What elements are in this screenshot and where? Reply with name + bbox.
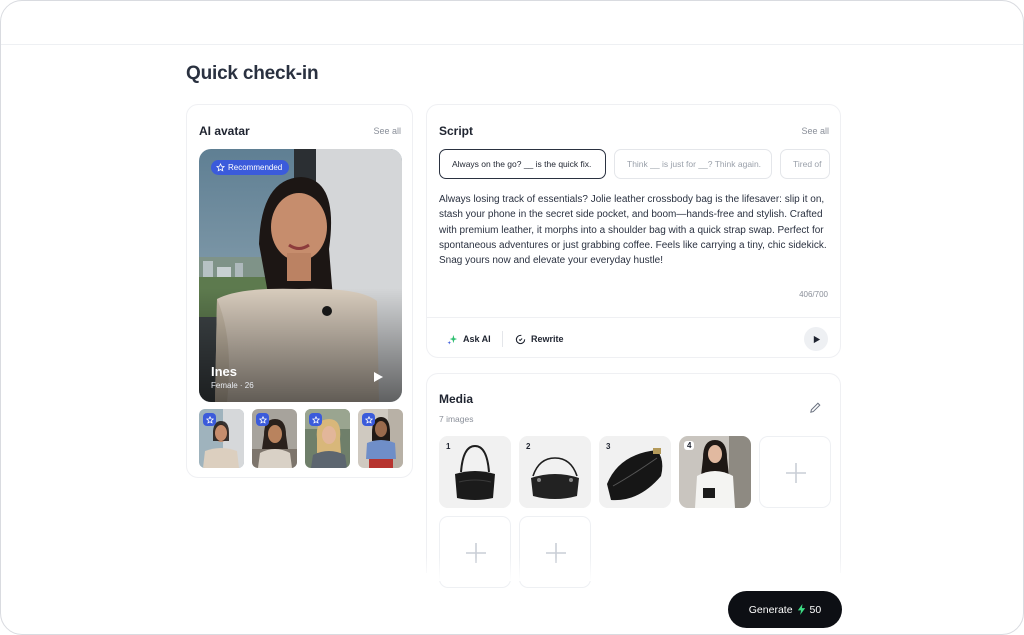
top-bar xyxy=(1,1,1023,45)
star-icon xyxy=(205,415,214,424)
star-icon xyxy=(311,415,320,424)
avatar-meta: Female · 26 xyxy=(211,381,254,390)
star-icon xyxy=(216,163,225,172)
avatar-card: AI avatar See all Recommended Ines Femal… xyxy=(186,104,413,478)
script-card-title: Script xyxy=(439,124,474,138)
selected-avatar-preview[interactable]: Recommended Ines Female · 26 xyxy=(199,149,402,402)
recommended-badge: Recommended xyxy=(211,160,290,175)
play-icon[interactable] xyxy=(372,371,384,383)
star-icon xyxy=(364,415,373,424)
avatar-see-all-link[interactable]: See all xyxy=(373,126,401,136)
media-index: 2 xyxy=(526,442,531,451)
add-media-tile[interactable] xyxy=(759,436,831,508)
recommended-badge-label: Recommended xyxy=(228,163,283,172)
lightning-icon xyxy=(797,604,805,615)
recommended-mini-badge xyxy=(203,413,216,426)
hook-chip[interactable]: Think __ is just for __? Think again. xyxy=(614,149,772,179)
avatar-thumbnail[interactable] xyxy=(199,409,244,468)
credit-count: 50 xyxy=(809,603,822,616)
app-window: Quick check-in AI avatar See all Recomme… xyxy=(0,0,1024,635)
rewrite-icon xyxy=(515,334,526,344)
star-icon xyxy=(258,415,267,424)
rewrite-label: Rewrite xyxy=(531,334,564,344)
play-icon xyxy=(813,335,820,343)
media-count: 7 images xyxy=(439,414,474,424)
recommended-mini-badge xyxy=(256,413,269,426)
media-tile[interactable]: 4 xyxy=(679,436,751,508)
rewrite-button[interactable]: Rewrite xyxy=(515,331,564,347)
edit-icon[interactable] xyxy=(809,401,822,414)
hook-chip-selected[interactable]: Always on the go? __ is the quick fix. xyxy=(439,149,606,179)
generate-label: Generate xyxy=(748,603,793,616)
avatar-thumbnail[interactable] xyxy=(358,409,403,468)
media-card-title: Media xyxy=(439,392,474,406)
play-script-button[interactable] xyxy=(804,327,828,351)
scroll-fade xyxy=(181,557,843,581)
media-tile[interactable]: 3 xyxy=(599,436,671,508)
plus-icon xyxy=(786,463,806,483)
script-textarea[interactable]: Always losing track of essentials? Jolie… xyxy=(439,192,831,268)
script-see-all-link[interactable]: See all xyxy=(801,126,829,136)
ask-ai-button[interactable]: Ask AI xyxy=(447,331,491,347)
avatar-name: Ines xyxy=(211,364,238,379)
character-counter: 406/700 xyxy=(799,290,828,299)
media-tile[interactable]: 1 xyxy=(439,436,511,508)
avatar-thumbnail[interactable] xyxy=(305,409,350,468)
ask-ai-label: Ask AI xyxy=(463,334,491,344)
script-card: Script See all Always on the go? __ is t… xyxy=(426,104,841,358)
avatar-card-title: AI avatar xyxy=(199,124,250,138)
sparkle-icon xyxy=(447,334,458,345)
page-title: Quick check-in xyxy=(186,63,319,84)
media-index: 4 xyxy=(684,441,695,450)
hook-chip[interactable]: Tired of xyxy=(780,149,830,179)
divider xyxy=(427,317,840,318)
media-card: Media 7 images 1 2 3 4 xyxy=(426,373,841,588)
recommended-mini-badge xyxy=(362,413,375,426)
avatar-thumbnail[interactable] xyxy=(252,409,297,468)
toolbar-separator xyxy=(502,331,503,347)
media-index: 1 xyxy=(446,442,451,451)
media-index: 3 xyxy=(606,442,611,451)
recommended-mini-badge xyxy=(309,413,322,426)
generate-button[interactable]: Generate 50 xyxy=(728,591,842,628)
media-tile[interactable]: 2 xyxy=(519,436,591,508)
